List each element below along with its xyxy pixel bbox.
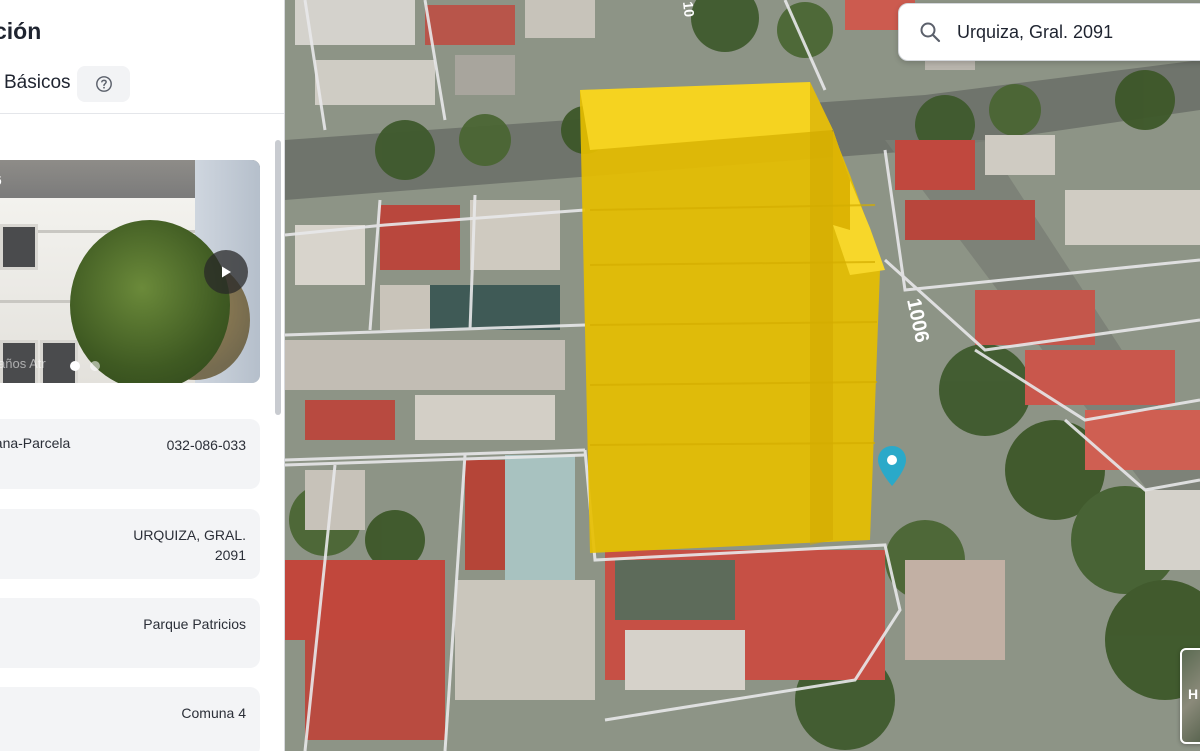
- info-card-parcela: nzana-Parcela 032-086-033: [0, 419, 260, 489]
- map-3d-view[interactable]: 1006 10: [285, 0, 1200, 751]
- property-photo-carousel[interactable]: 6 años Atr: [0, 160, 260, 383]
- info-value: Parque Patricios: [143, 616, 246, 632]
- tab-basicos[interactable]: Básicos: [4, 72, 71, 94]
- location-pin-icon[interactable]: [876, 445, 908, 487]
- panel-scrollbar[interactable]: [275, 140, 281, 415]
- photo-tree: [70, 220, 230, 383]
- info-label: nzana-Parcela: [0, 435, 71, 451]
- info-value: URQUIZA, GRAL. 2091: [133, 527, 246, 563]
- carousel-dot-active[interactable]: [70, 361, 80, 371]
- aerial-imagery: 1006 10: [285, 0, 1200, 751]
- address-search-box[interactable]: Urquiza, Gral. 2091: [898, 3, 1200, 61]
- info-card-comuna: Comuna 4: [0, 687, 260, 751]
- carousel-dot[interactable]: [90, 361, 100, 371]
- tab-divider: [0, 113, 285, 114]
- play-button[interactable]: [204, 250, 248, 294]
- layer-toggle-label: H: [1188, 686, 1199, 702]
- info-card-barrio: Parque Patricios: [0, 598, 260, 668]
- photo-watermark: años Atr: [0, 356, 46, 371]
- basemap-layer-toggle[interactable]: H: [1180, 648, 1200, 744]
- play-icon: [222, 266, 231, 278]
- photo-counter: 6: [0, 172, 2, 188]
- help-button[interactable]: [77, 66, 130, 102]
- info-value: 032-086-033: [166, 437, 246, 453]
- search-input[interactable]: Urquiza, Gral. 2091: [957, 22, 1113, 43]
- info-value: Comuna 4: [181, 705, 246, 721]
- property-info-panel: ción Básicos 6 años Atr nzana-Parcela: [0, 0, 285, 751]
- info-card-address: URQUIZA, GRAL. 2091: [0, 509, 260, 579]
- photo-window: [0, 224, 38, 270]
- search-icon: [920, 22, 941, 43]
- street-number-label-top: 10: [680, 1, 698, 18]
- panel-title: ción: [0, 18, 42, 44]
- building-volume-3d[interactable]: [580, 82, 885, 553]
- question-circle-icon: [95, 76, 112, 92]
